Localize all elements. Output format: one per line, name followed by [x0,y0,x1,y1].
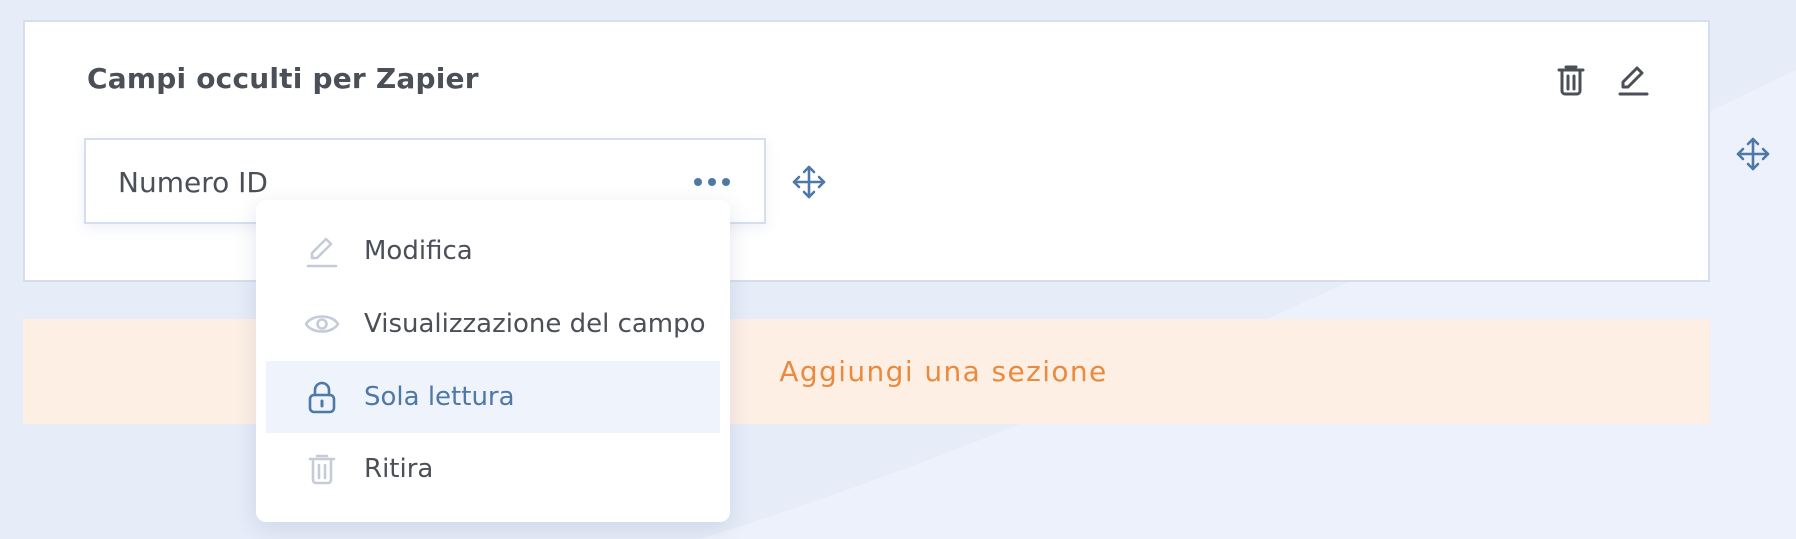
menu-item-label: Modifica [364,236,473,266]
eye-icon [304,306,340,342]
menu-item-label: Sola lettura [364,382,515,412]
menu-item-ritira[interactable]: Ritira [266,433,720,505]
more-horizontal-icon [694,178,730,186]
trash-icon [1557,65,1585,96]
lock-icon [304,379,340,415]
trash-icon [304,451,340,487]
field-label: Numero ID [118,166,268,199]
move-icon [792,165,826,199]
menu-item-label: Ritira [364,454,434,484]
section-title: Campi occulti per Zapier [87,62,479,95]
menu-item-label: Visualizzazione del campo [364,309,706,339]
field-drag-handle[interactable] [789,162,829,202]
pencil-icon [1618,66,1649,96]
pencil-icon [304,233,340,269]
menu-item-sola-lettura[interactable]: Sola lettura [266,361,720,433]
field-more-button[interactable] [690,164,734,200]
section-drag-handle[interactable] [1733,134,1773,174]
add-section-label: Aggiungi una sezione [779,355,1108,388]
edit-section-button[interactable] [1613,60,1653,100]
move-icon [1736,137,1770,171]
delete-section-button[interactable] [1551,60,1591,100]
menu-item-modifica[interactable]: Modifica [266,215,720,287]
field-context-menu: Modifica Visualizzazione del campo Sola … [256,200,730,522]
menu-item-visualizzazione[interactable]: Visualizzazione del campo [266,288,720,360]
